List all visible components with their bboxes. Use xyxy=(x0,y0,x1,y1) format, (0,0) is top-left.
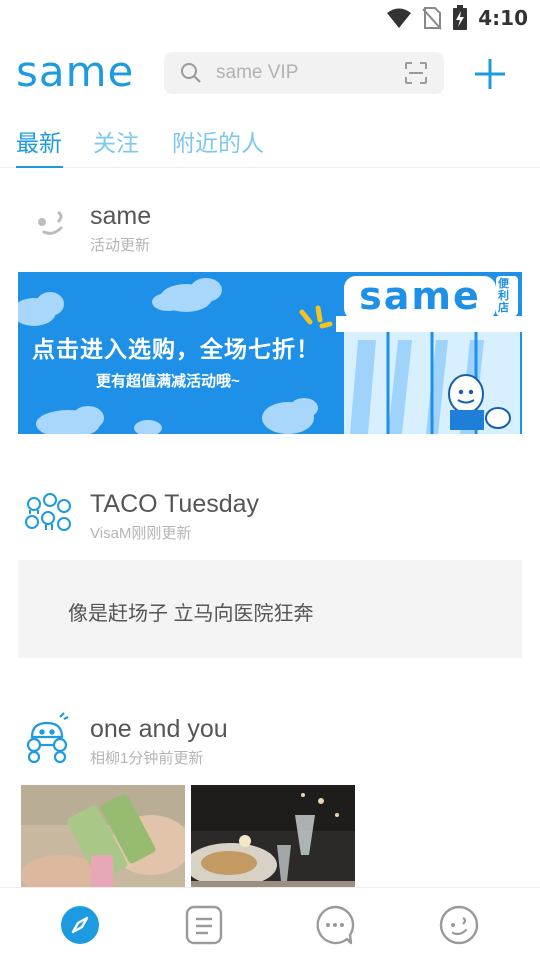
tab-latest[interactable]: 最新 xyxy=(16,124,62,158)
channel-name: one and you xyxy=(90,715,228,743)
banner-store-logo: same xyxy=(359,274,481,318)
photo-dinner-table[interactable] xyxy=(191,785,355,889)
feed-tabs: 最新 关注 附近的人 xyxy=(0,118,540,168)
banner-subline: 更有超值满减活动哦~ xyxy=(96,373,240,390)
face-icon[interactable] xyxy=(439,905,479,945)
banner-headline: 点击进入选购，全场七折！ xyxy=(32,336,320,362)
search-icon xyxy=(181,63,201,83)
scan-icon[interactable] xyxy=(404,61,428,85)
app-logo: same xyxy=(16,47,135,96)
channel-header-taco-tuesday[interactable]: TACO Tuesday VisaM刚刚更新 xyxy=(0,478,540,548)
status-bar: 4:10 xyxy=(0,0,540,36)
tab-nearby[interactable]: 附近的人 xyxy=(172,124,264,158)
channel-subtitle: VisaM刚刚更新 xyxy=(90,525,192,542)
channel-subtitle: 相柳1分钟前更新 xyxy=(90,750,204,767)
promo-banner[interactable]: same 便利店 点击进入选购，全场七折！ 更有超值满减活动哦~ xyxy=(18,272,522,434)
channel-name: TACO Tuesday xyxy=(90,490,260,518)
wifi-icon xyxy=(387,8,412,28)
no-sim-icon xyxy=(422,7,442,30)
text-post-card[interactable]: 像是赶场子 立马向医院狂奔 xyxy=(18,560,522,658)
app-header: same same VIP xyxy=(0,40,540,106)
list-icon[interactable] xyxy=(184,905,224,945)
photo-ice-pops[interactable] xyxy=(21,785,185,889)
battery-charging-icon xyxy=(453,5,468,30)
search-placeholder: same VIP xyxy=(216,62,299,83)
bottom-navigation xyxy=(0,887,540,960)
couple-icon xyxy=(26,712,69,764)
channel-header-same[interactable]: same 活动更新 xyxy=(0,190,540,260)
compass-icon[interactable] xyxy=(60,905,100,945)
channel-header-one-and-you[interactable]: one and you 相柳1分钟前更新 xyxy=(0,703,540,773)
photo-ice-pops-image xyxy=(21,785,185,889)
search-bar[interactable]: same VIP xyxy=(164,52,444,94)
add-button[interactable] xyxy=(470,54,510,94)
tab-indicator xyxy=(16,166,63,168)
banner-store-tag: 便利店 xyxy=(498,278,509,314)
status-time: 4:10 xyxy=(478,6,528,30)
photo-dinner-table-image xyxy=(191,785,355,889)
channel-name: same xyxy=(90,202,152,230)
sheep-herd-icon xyxy=(25,493,71,531)
tab-following[interactable]: 关注 xyxy=(93,124,139,158)
chat-icon[interactable] xyxy=(315,905,355,945)
channel-subtitle: 活动更新 xyxy=(90,237,151,254)
same-face-icon xyxy=(38,210,63,235)
post-text: 像是赶场子 立马向医院狂奔 xyxy=(68,603,314,625)
